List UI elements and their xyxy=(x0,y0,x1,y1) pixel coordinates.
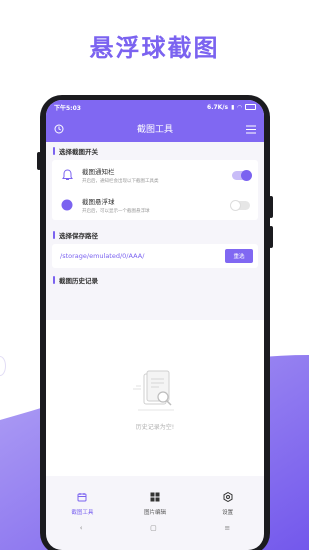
floating-ball-toggle[interactable] xyxy=(230,199,250,211)
tab-label: 图片编辑 xyxy=(143,509,166,516)
phone-frame: 下午5:03 6.7K/s ▮ ◠ 截图工具 选择截图开关 截图通知栏 开启后，… xyxy=(37,95,273,550)
phone-screen: 下午5:03 6.7K/s ▮ ◠ 截图工具 选择截图开关 截图通知栏 开启后，… xyxy=(46,100,264,550)
tab-settings[interactable]: 设置 xyxy=(203,487,253,516)
battery-icon xyxy=(245,104,256,110)
bottom-tab-bar: 截图工具 图片编辑 设置 xyxy=(46,487,264,516)
promo-title: 悬浮球截图 xyxy=(89,34,220,62)
setting-title: 截图悬浮球 xyxy=(82,198,115,206)
list-icon[interactable] xyxy=(245,119,256,138)
path-card: /storage/emulated/0/AAA/ 重选 xyxy=(52,244,258,268)
save-path: /storage/emulated/0/AAA/ xyxy=(60,252,145,260)
tab-label: 截图工具 xyxy=(71,509,94,516)
wifi-icon: ◠ xyxy=(237,103,242,111)
status-speed: 6.7K/s xyxy=(207,103,229,111)
grid-icon xyxy=(150,487,160,506)
calendar-icon xyxy=(77,487,87,506)
section-marker xyxy=(53,147,55,155)
empty-message: 历史记录为空! xyxy=(135,424,175,431)
signal-icon: ▮ xyxy=(231,103,235,111)
section-marker xyxy=(53,276,55,284)
app-bar: 截图工具 xyxy=(46,114,264,142)
section-path-header: 选择保存路径 xyxy=(46,226,264,244)
dot-icon xyxy=(60,198,74,212)
status-time: 下午5:03 xyxy=(54,104,81,112)
section-title: 选择截图开关 xyxy=(59,148,98,156)
tab-image-edit[interactable]: 图片编辑 xyxy=(130,487,180,516)
bell-icon xyxy=(60,168,74,182)
setting-floating-ball[interactable]: 截图悬浮球 开启后，可以显示一个截图悬浮球 xyxy=(52,190,258,220)
section-history-header: 截图历史记录 xyxy=(46,271,264,289)
setting-title: 截图通知栏 xyxy=(82,168,115,176)
back-icon[interactable]: ‹ xyxy=(80,524,83,532)
setting-desc: 开启后，通知栏会出现以下截图工具类 xyxy=(82,179,159,184)
clock-icon[interactable] xyxy=(54,119,64,138)
tab-screenshot-tool[interactable]: 截图工具 xyxy=(57,487,107,516)
empty-document-icon xyxy=(133,370,174,411)
recents-icon[interactable]: ≡ xyxy=(224,524,230,532)
phone-button-left xyxy=(37,152,41,170)
tab-label: 设置 xyxy=(222,509,234,516)
reselect-button[interactable]: 重选 xyxy=(225,249,253,263)
settings-card: 截图通知栏 开启后，通知栏会出现以下截图工具类 截图悬浮球 开启后，可以显示一个… xyxy=(52,160,258,220)
section-marker xyxy=(53,231,55,239)
phone-button-right-1 xyxy=(269,196,273,218)
section-toggle-header: 选择截图开关 xyxy=(46,142,264,160)
phone-button-right-2 xyxy=(269,226,273,248)
section-title: 选择保存路径 xyxy=(59,232,98,240)
setting-desc: 开启后，可以显示一个截图悬浮球 xyxy=(82,209,150,214)
status-bar: 下午5:03 6.7K/s ▮ ◠ xyxy=(46,100,264,114)
settings-icon xyxy=(223,487,233,506)
history-empty-area: 历史记录为空! xyxy=(46,320,264,476)
notification-toggle[interactable] xyxy=(232,169,252,181)
setting-notification[interactable]: 截图通知栏 开启后，通知栏会出现以下截图工具类 xyxy=(52,160,258,190)
app-title: 截图工具 xyxy=(136,124,173,135)
system-nav-bar: ‹ ▢ ≡ xyxy=(46,519,264,537)
section-title: 截图历史记录 xyxy=(59,277,98,285)
home-icon[interactable]: ▢ xyxy=(150,524,157,532)
